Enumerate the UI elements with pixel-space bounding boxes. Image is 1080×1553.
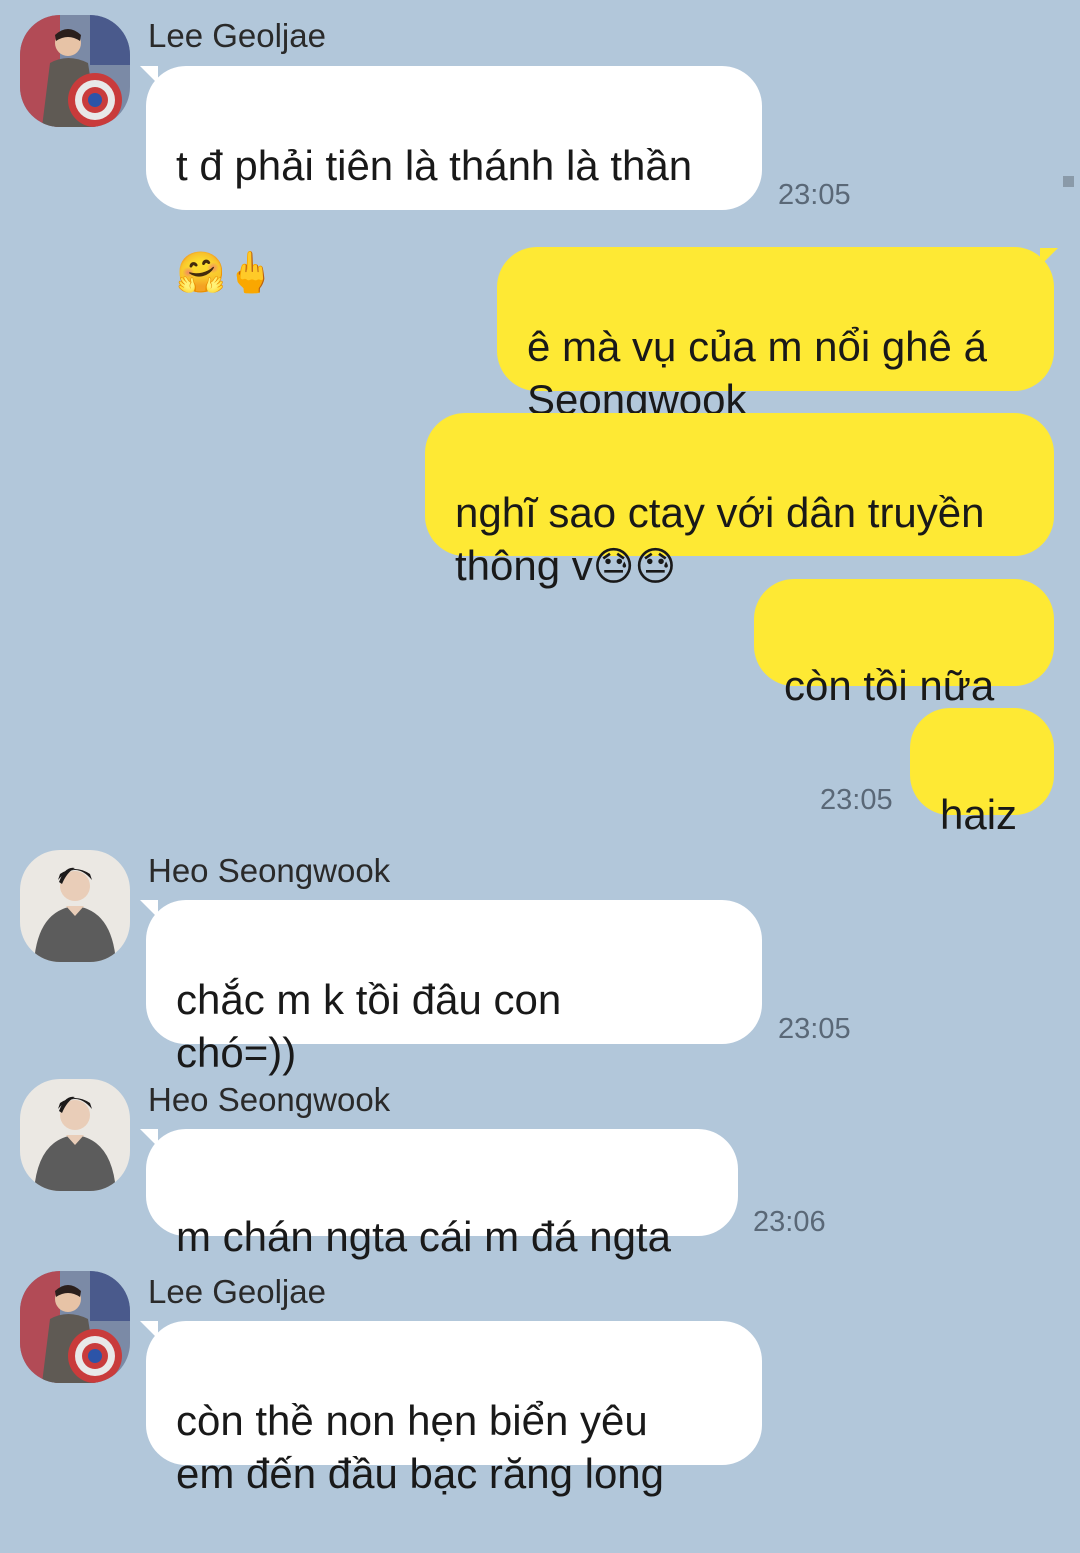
sender-name: Heo Seongwook xyxy=(148,852,391,889)
emoji-reaction: 🤗🖕 xyxy=(176,250,276,296)
message-timestamp: 23:05 xyxy=(820,784,893,816)
message-text: ê mà vụ của m nổi ghê á Seongwook xyxy=(527,323,987,423)
message-timestamp: 23:05 xyxy=(778,179,851,211)
message-text: nghĩ sao ctay với dân truyền thông v xyxy=(455,489,985,589)
message-text: t đ phải tiên là thánh là thần xyxy=(176,142,693,189)
message-text: còn thề non hẹn biển yêu em đến đầu bạc … xyxy=(176,1397,665,1497)
message-text: haiz xyxy=(940,791,1018,838)
avatar-heo-seongwook[interactable] xyxy=(20,1079,130,1191)
message-text: còn tồi nữa xyxy=(784,662,995,709)
message-bubble-outgoing[interactable]: nghĩ sao ctay với dân truyền thông v😓😓 xyxy=(425,413,1054,590)
message-text: m chán ngta cái m đá ngta xyxy=(176,1213,671,1260)
message-bubble-outgoing[interactable]: haiz xyxy=(910,708,1054,838)
avatar-heo-seongwook[interactable] xyxy=(20,850,130,962)
message-bubble-incoming[interactable]: m chán ngta cái m đá ngta xyxy=(146,1129,738,1260)
message-timestamp: 23:05 xyxy=(778,1013,851,1045)
sender-name: Heo Seongwook xyxy=(148,1081,391,1118)
sender-name: Lee Geoljae xyxy=(148,1273,326,1310)
message-text: chắc m k tồi đâu con chó=)) xyxy=(176,976,562,1076)
sender-name: Lee Geoljae xyxy=(148,17,326,54)
emoji-sweat: 😓😓 xyxy=(592,544,677,590)
avatar-lee-geoljae[interactable] xyxy=(20,15,130,127)
profile-photo-icon xyxy=(20,1079,130,1191)
message-bubble-outgoing[interactable]: còn tồi nữa xyxy=(754,579,1054,709)
message-timestamp: 23:06 xyxy=(753,1206,826,1238)
profile-photo-icon xyxy=(20,850,130,962)
message-bubble-outgoing[interactable]: ê mà vụ của m nổi ghê á Seongwook xyxy=(497,247,1054,423)
profile-photo-icon xyxy=(20,1271,130,1383)
scrollbar-thumb[interactable] xyxy=(1063,176,1074,187)
profile-photo-icon xyxy=(20,15,130,127)
message-bubble-incoming[interactable]: t đ phải tiên là thánh là thần 🤗🖕 xyxy=(146,66,762,296)
message-bubble-incoming[interactable]: còn thề non hẹn biển yêu em đến đầu bạc … xyxy=(146,1321,762,1497)
avatar-lee-geoljae[interactable] xyxy=(20,1271,130,1383)
message-bubble-incoming[interactable]: chắc m k tồi đâu con chó=)) xyxy=(146,900,762,1076)
